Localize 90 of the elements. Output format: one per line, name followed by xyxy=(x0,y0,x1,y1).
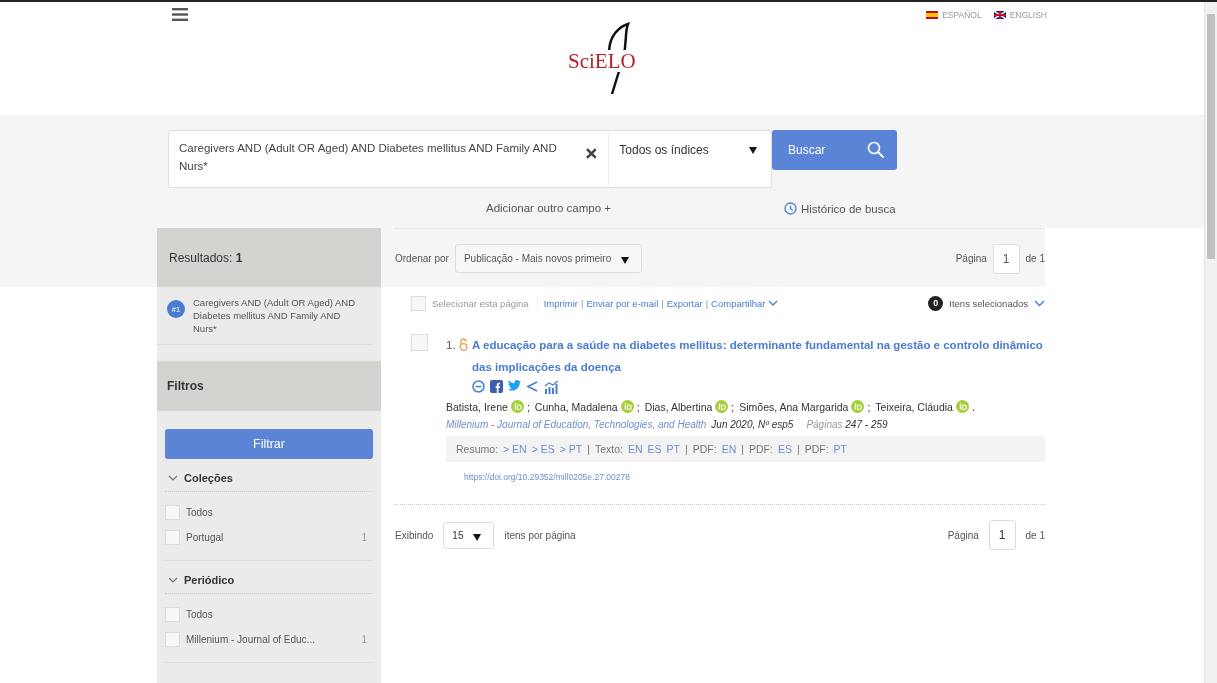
format-label: PDF: xyxy=(804,443,829,455)
history-icon[interactable] xyxy=(784,202,797,215)
filter-group-label[interactable]: Coleções xyxy=(184,472,233,484)
orcid-icon[interactable] xyxy=(715,400,729,413)
punctuation: ; xyxy=(526,400,530,413)
page-label: Página xyxy=(955,253,987,264)
punctuation: ; xyxy=(636,400,640,413)
showing-label: Exibindo xyxy=(395,529,434,541)
separator: | xyxy=(741,443,744,455)
flag-icon xyxy=(926,11,939,19)
flag-icon xyxy=(993,11,1006,19)
action-link[interactable]: Exportar xyxy=(666,297,703,309)
result-number: 1. xyxy=(446,338,456,353)
filter-option[interactable]: Portugal xyxy=(186,532,224,543)
doi-link[interactable]: https://doi.org/10.29352/mill0205e.27.00278 xyxy=(464,472,1045,482)
facebook-icon[interactable] xyxy=(490,380,503,393)
bird-icon[interactable] xyxy=(508,380,521,391)
chevron-icon[interactable] xyxy=(168,474,178,482)
checkbox[interactable] xyxy=(165,530,180,545)
format-label: Texto: xyxy=(594,443,623,455)
filter-group-label[interactable]: Periódico xyxy=(184,574,235,586)
orcid-icon[interactable] xyxy=(851,400,865,413)
clear-icon[interactable] xyxy=(585,148,597,159)
logo[interactable]: SciELO xyxy=(568,20,648,100)
chevron-icon[interactable] xyxy=(168,576,178,584)
article-title-link[interactable]: A educação para a saúde na diabetes mellitus: determinante fundamental na gestão e controlo dinâmico das implicações da doença xyxy=(472,334,1045,378)
results-count: Resultados: 1 xyxy=(169,250,243,265)
search-field[interactable]: Caregivers AND (Adult OR Aged) AND Diabetes mellitus AND Family AND Nurs* Todos os índices xyxy=(168,130,772,188)
page-label: Página xyxy=(947,529,979,541)
punctuation: ; xyxy=(731,400,735,413)
page-total: de 1 xyxy=(1025,253,1045,264)
filters-title: Filtros xyxy=(167,379,204,393)
share-icon[interactable] xyxy=(526,380,539,393)
chevron-icon[interactable] xyxy=(768,299,779,307)
add-field-link[interactable]: Adicionar outro campo + xyxy=(486,202,611,215)
selected-count-badge: 0 xyxy=(928,295,944,311)
option-count: 1 xyxy=(361,634,367,645)
author-name[interactable]: Cunha, Madalena xyxy=(534,400,618,413)
page-field[interactable]: 1 xyxy=(992,243,1020,274)
filter-option[interactable]: Todos xyxy=(186,609,213,620)
chart-icon[interactable] xyxy=(544,380,559,394)
separator: | xyxy=(587,443,590,455)
action-link[interactable]: Enviar por e-mail xyxy=(586,297,659,309)
query-text[interactable]: Caregivers AND (Adult OR Aged) AND Diabetes mellitus AND Family AND Nurs* xyxy=(193,296,363,335)
filter-option[interactable]: Millenium - Journal of Educ... xyxy=(186,634,315,645)
separator: | xyxy=(580,297,584,309)
selected-items-label[interactable]: Itens selecionados xyxy=(949,297,1028,309)
checkbox[interactable] xyxy=(411,295,426,311)
separator: | xyxy=(684,443,688,455)
minus-circle-icon[interactable] xyxy=(472,380,485,393)
checkbox[interactable] xyxy=(165,505,180,520)
issue-info: Jun 2020, Nº esp5 xyxy=(711,419,794,430)
checkbox[interactable] xyxy=(411,334,428,351)
format-label: PDF: xyxy=(692,443,717,455)
menu-icon[interactable] xyxy=(172,8,188,21)
orcid-icon[interactable] xyxy=(620,400,634,413)
action-link[interactable]: Imprimir xyxy=(543,297,578,309)
option-count: 1 xyxy=(361,532,367,543)
author-name[interactable]: Simões, Ana Margarida xyxy=(739,400,849,413)
index-dropdown[interactable]: Todos os índices xyxy=(608,131,771,187)
filter-button[interactable]: Filtrar xyxy=(165,429,373,459)
filter-option[interactable]: Todos xyxy=(186,507,213,518)
pages-info: Páginas 247 - 259 xyxy=(806,419,888,430)
author-name[interactable]: Teixeira, Cláudia xyxy=(875,400,953,413)
checkbox[interactable] xyxy=(165,607,180,622)
format-label: Resumo: xyxy=(456,443,498,455)
format-label: PDF: xyxy=(748,443,773,455)
orcid-icon[interactable] xyxy=(955,400,969,413)
per-page-label: itens por página xyxy=(504,529,576,541)
search-icon xyxy=(867,141,885,159)
page-total: de 1 xyxy=(1025,529,1045,541)
search-history-link[interactable]: Histórico de busca xyxy=(801,202,896,215)
separator: | xyxy=(661,297,664,309)
punctuation: . xyxy=(971,400,975,413)
sort-label: Ordenar por xyxy=(395,253,449,264)
journal-link[interactable]: Millenium - Journal of Education, Technologies, and Health xyxy=(446,419,707,430)
checkbox[interactable] xyxy=(165,632,180,647)
punctuation: ; xyxy=(867,400,871,413)
sort-dropdown[interactable]: Publicação - Mais novos primeiro xyxy=(454,244,643,273)
page-field[interactable]: 1 xyxy=(988,520,1016,550)
author-name[interactable]: Dias, Albertina xyxy=(644,400,713,413)
separator: | xyxy=(705,297,709,309)
chevron-icon[interactable] xyxy=(1034,299,1045,307)
per-page-dropdown[interactable]: 15 xyxy=(443,521,495,549)
action-link[interactable]: Compartilhar xyxy=(711,297,766,309)
separator: | xyxy=(796,443,800,455)
lock-icon xyxy=(459,338,468,351)
author-name[interactable]: Batista, Irene xyxy=(446,400,508,413)
orcid-icon[interactable] xyxy=(510,400,524,413)
search-button[interactable]: Buscar xyxy=(772,130,897,170)
